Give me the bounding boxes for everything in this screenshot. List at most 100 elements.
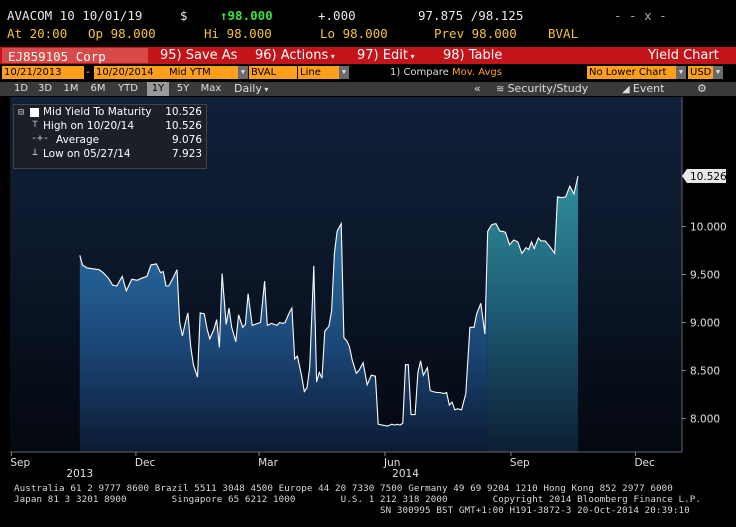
mov-avgs-button[interactable]: Mov. Avgs	[452, 66, 502, 79]
low-marker-icon: ⊥	[32, 147, 39, 158]
open-label: Op	[88, 26, 104, 41]
currency-select[interactable]: USD	[688, 66, 714, 79]
command-bar: EJ859105 Corp 95) Save As 96) Actions ▾ …	[0, 47, 736, 64]
edit-label: 97) Edit	[357, 48, 408, 63]
footer-contacts-2: Japan 81 3 3201 8900 Singapore 65 6212 1…	[14, 494, 702, 505]
at-label: At	[7, 26, 23, 41]
high-price: Hi 98.000	[204, 26, 272, 41]
actions-button[interactable]: 96) Actions ▾	[255, 47, 335, 65]
last-price: ↑98.000	[220, 8, 273, 23]
legend-average-label: Average	[56, 134, 100, 146]
net-change: +.000	[318, 8, 356, 23]
dropdown-arrow-icon: ▾	[261, 85, 269, 94]
tab-5y[interactable]: 5Y	[172, 82, 194, 96]
event-button[interactable]: ◢ Event	[622, 82, 664, 96]
legend-collapse-icon[interactable]: ⊟	[18, 108, 30, 120]
x-tick-label: Sep	[10, 457, 30, 469]
tab-3d[interactable]: 3D	[34, 82, 56, 96]
dropdown-arrow-icon[interactable]: ▼	[238, 66, 248, 79]
legend-low-label: Low on 05/27/14	[43, 148, 131, 160]
legend-high-value: 10.526	[165, 120, 202, 132]
event-icon: ◢	[622, 84, 633, 95]
date-separator: -	[86, 67, 90, 78]
field-select[interactable]: Mid YTM	[167, 66, 239, 79]
price-source: BVAL	[548, 26, 579, 41]
prev-label: Prev	[434, 26, 465, 41]
tab-ytd[interactable]: YTD	[114, 82, 142, 96]
gear-icon[interactable]: ⚙	[697, 82, 707, 96]
x-axis-ticks: Sep Dec Mar Jun Sep Dec2013 2014	[10, 452, 655, 477]
x-tick-label: Mar	[258, 457, 278, 469]
prev-price: Prev 98.000	[434, 26, 517, 41]
legend-average-value: 9.076	[171, 134, 202, 146]
y-tick-label: 9.000	[690, 317, 720, 329]
low-label: Lo	[320, 26, 336, 41]
legend-low-value: 7.923	[171, 148, 202, 160]
security-study-button[interactable]: ≋ Security/Study	[496, 82, 588, 96]
tab-1y[interactable]: 1Y	[147, 82, 169, 96]
open-price: Op 98.000	[88, 26, 156, 41]
at-time: At 20:00	[7, 26, 67, 41]
series-swatch-icon	[30, 108, 39, 117]
window-controls[interactable]: - - x -	[614, 8, 667, 23]
legend-high-label: High on 10/20/14	[43, 120, 135, 132]
frequency-label: Daily	[234, 82, 262, 95]
low-price: Lo 98.000	[320, 26, 388, 41]
tab-6m[interactable]: 6M	[86, 82, 110, 96]
compare-button[interactable]: 1) Compare	[390, 66, 449, 79]
footer-contacts-1: Australia 61 2 9777 8600 Brazil 5511 304…	[14, 483, 673, 494]
x-year-label: 2014	[392, 468, 419, 477]
dropdown-arrow-icon: ▾	[407, 52, 415, 61]
security-study-label: Security/Study	[507, 82, 589, 95]
high-label: Hi	[204, 26, 220, 41]
table-button[interactable]: 98) Table	[443, 47, 502, 64]
security-name: AVACOM 10 10/01/19	[7, 8, 143, 23]
y-tick-label: 8.500	[690, 365, 720, 377]
end-date-field[interactable]: 10/20/2014	[94, 66, 168, 79]
x-tick-label: Sep	[510, 457, 530, 469]
tab-max[interactable]: Max	[197, 82, 225, 96]
window-title: Yield Chart	[648, 48, 719, 63]
tab-1m[interactable]: 1M	[60, 82, 82, 96]
at-value: 20:00	[29, 26, 68, 41]
y-tick-label: 10.000	[690, 222, 727, 234]
last-value-marker: 10.526	[682, 169, 727, 184]
actions-label: 96) Actions	[255, 48, 329, 63]
start-date-field[interactable]: 10/21/2013	[2, 66, 84, 79]
frequency-select[interactable]: Daily ▾	[234, 82, 268, 96]
chart-icon: ≋	[496, 84, 508, 95]
dropdown-arrow-icon[interactable]: ▼	[339, 66, 349, 79]
dropdown-arrow-icon[interactable]: ▼	[713, 66, 723, 79]
low-value: 98.000	[342, 26, 388, 41]
source-select[interactable]: BVAL	[249, 66, 297, 79]
tab-1d[interactable]: 1D	[10, 82, 32, 96]
footer-session-info: SN 300995 BST GMT+1:00 H191-3872-3 20-Oc…	[380, 505, 690, 516]
ticker-field[interactable]: EJ859105 Corp	[2, 48, 148, 64]
open-value: 98.000	[110, 26, 156, 41]
ticker-label: EJ859105 Corp	[8, 49, 106, 64]
y-axis-ticks: 8.000 8.500 9.000 9.500 10.000	[682, 222, 727, 425]
y-tick-label: 9.500	[690, 270, 720, 282]
save-as-button[interactable]: 95) Save As	[160, 47, 237, 64]
x-year-label: 2013	[66, 468, 93, 477]
x-tick-label: Dec	[634, 457, 655, 469]
edit-button[interactable]: 97) Edit ▾	[357, 47, 414, 65]
last-price-value: 98.000	[227, 8, 273, 23]
high-value: 98.000	[226, 26, 272, 41]
event-label: Event	[632, 82, 665, 95]
collapse-icon[interactable]: «	[474, 82, 481, 96]
y-tick-label: 8.000	[690, 413, 720, 425]
prev-value: 98.000	[471, 26, 517, 41]
x-tick-label: Dec	[135, 457, 156, 469]
last-value-label: 10.526	[690, 171, 727, 183]
currency-symbol: $	[180, 8, 188, 23]
legend-series-name: Mid Yield To Maturity	[43, 106, 152, 118]
lower-chart-select[interactable]: No Lower Chart	[587, 66, 677, 79]
legend-series-value: 10.526	[165, 106, 202, 118]
high-marker-icon: ⊤	[32, 119, 39, 130]
bid-ask: 97.875 /98.125	[418, 8, 524, 23]
dropdown-arrow-icon[interactable]: ▼	[676, 66, 686, 79]
style-select[interactable]: Line	[298, 66, 340, 79]
dropdown-arrow-icon: ▾	[328, 52, 335, 61]
chart-legend[interactable]: ⊟ Mid Yield To Maturity 10.526 ⊤ High on…	[13, 104, 207, 169]
